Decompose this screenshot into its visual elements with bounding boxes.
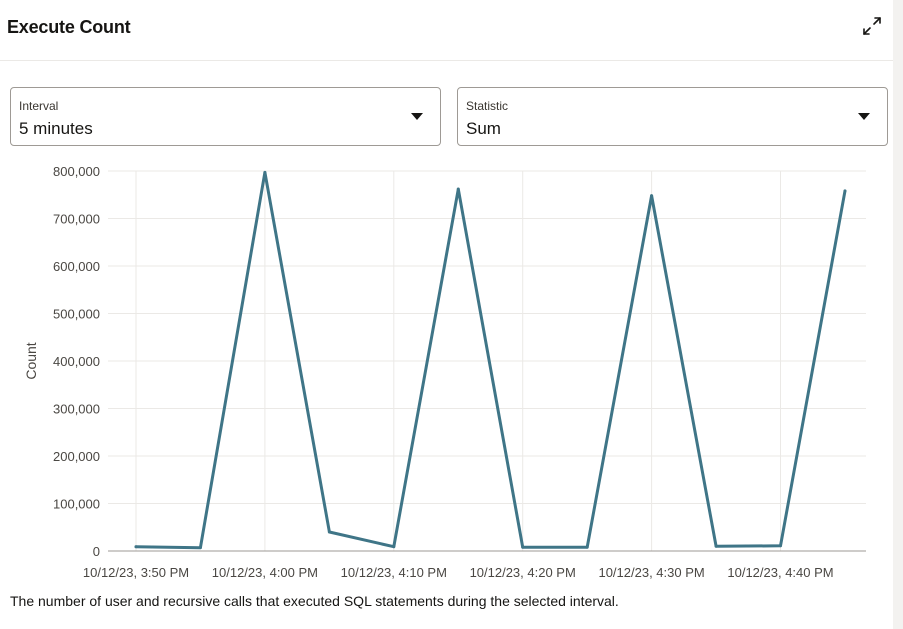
- data-point: [843, 189, 847, 193]
- data-point: [263, 170, 267, 174]
- x-tick-label: 10/12/23, 3:50 PM: [83, 565, 189, 580]
- data-point: [392, 545, 396, 549]
- y-tick-label: 200,000: [53, 449, 100, 464]
- panel-header: Execute Count: [0, 0, 893, 61]
- expand-icon[interactable]: [861, 15, 883, 37]
- page-title: Execute Count: [7, 17, 131, 37]
- x-tick-label: 10/12/23, 4:30 PM: [598, 565, 704, 580]
- statistic-select[interactable]: Statistic Sum: [457, 87, 888, 146]
- data-point: [198, 546, 202, 550]
- data-point: [779, 544, 782, 548]
- x-tick-label: 10/12/23, 4:20 PM: [470, 565, 576, 580]
- statistic-value: Sum: [466, 119, 501, 138]
- data-point: [327, 530, 331, 534]
- chart-description: The number of user and recursive calls t…: [10, 593, 619, 609]
- data-point: [585, 545, 589, 549]
- y-tick-label: 700,000: [53, 212, 100, 227]
- x-tick-label: 10/12/23, 4:00 PM: [212, 565, 318, 580]
- data-point: [521, 545, 525, 549]
- scroll-edge: [893, 0, 903, 629]
- y-tick-label: 600,000: [53, 259, 100, 274]
- data-point: [714, 544, 718, 548]
- series-line: [134, 170, 847, 550]
- y-tick-label: 500,000: [53, 307, 100, 322]
- interval-label: Interval: [19, 99, 59, 113]
- interval-value: 5 minutes: [19, 119, 93, 138]
- execute-count-chart: 0 100,000 200,000 300,000 400,000 500,000 600,…: [23, 164, 866, 580]
- y-tick-label: 800,000: [53, 164, 100, 179]
- y-axis-title: Count: [23, 342, 39, 379]
- chevron-down-icon: [411, 113, 423, 120]
- chevron-down-icon: [858, 113, 870, 120]
- x-tick-label: 10/12/23, 4:40 PM: [727, 565, 833, 580]
- y-tick-label: 300,000: [53, 402, 100, 417]
- y-tick-label: 400,000: [53, 354, 100, 369]
- y-tick-label: 0: [93, 544, 100, 559]
- interval-select[interactable]: Interval 5 minutes: [10, 87, 441, 146]
- data-point: [456, 187, 460, 191]
- data-point: [650, 194, 654, 198]
- y-tick-label: 100,000: [53, 497, 100, 512]
- execute-count-panel: Execute Count Interval 5 minutes Statist…: [0, 0, 893, 629]
- data-point: [134, 545, 138, 549]
- statistic-label: Statistic: [466, 99, 509, 113]
- x-tick-label: 10/12/23, 4:10 PM: [341, 565, 447, 580]
